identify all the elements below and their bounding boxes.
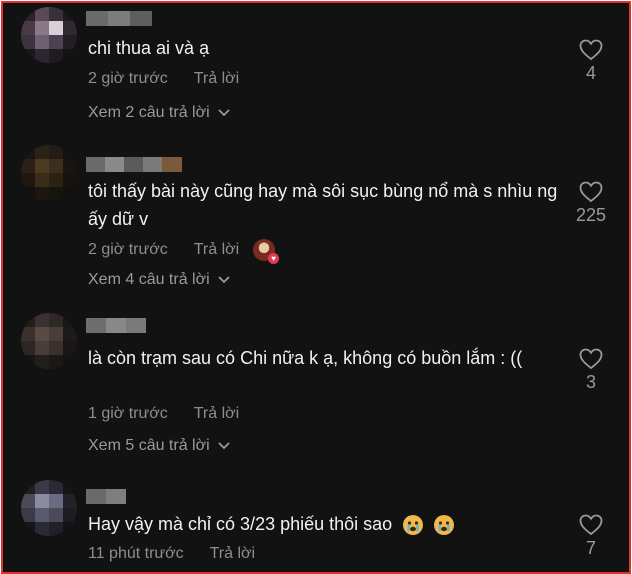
like-button[interactable]: 225 bbox=[567, 181, 615, 226]
comment-meta: 1 giờ trước Trả lời bbox=[88, 405, 239, 423]
view-replies-label: Xem 4 câu trả lời bbox=[88, 271, 210, 288]
avatar[interactable] bbox=[21, 480, 77, 536]
like-count: 3 bbox=[585, 372, 596, 392]
comment-time: 2 giờ trước bbox=[88, 70, 168, 87]
comments-panel: chi thua ai và ạ 2 giờ trước Trả lời Xem… bbox=[1, 1, 631, 574]
like-button[interactable]: 4 bbox=[571, 39, 611, 84]
like-button[interactable]: 7 bbox=[571, 514, 611, 559]
comment-text: chi thua ai và ạ bbox=[88, 38, 210, 58]
reply-button[interactable]: Trả lời bbox=[194, 241, 239, 259]
chevron-down-icon bbox=[218, 276, 230, 284]
like-button[interactable]: 3 bbox=[571, 348, 611, 393]
comment-text-content: Hay vậy mà chỉ có 3/23 phiếu thôi sao bbox=[88, 514, 393, 534]
view-replies-button[interactable]: Xem 2 câu trả lời bbox=[88, 104, 230, 122]
username-redacted[interactable] bbox=[86, 489, 126, 504]
comment-meta: 11 phút trước Trả lời bbox=[88, 545, 255, 563]
chevron-down-icon bbox=[218, 109, 230, 117]
comment-text: tôi thấy bài này cũng hay mà sôi sục bùn… bbox=[88, 181, 558, 229]
username-redacted[interactable] bbox=[86, 157, 182, 172]
like-count: 4 bbox=[585, 63, 596, 83]
comment-meta: 2 giờ trước Trả lời bbox=[88, 70, 239, 88]
heart-icon bbox=[579, 348, 603, 370]
comment-time: 11 phút trước bbox=[88, 545, 184, 562]
view-replies-button[interactable]: Xem 4 câu trả lời bbox=[88, 271, 230, 289]
creator-liked-badge: ♥ bbox=[253, 239, 280, 264]
reply-button[interactable]: Trả lời bbox=[194, 405, 239, 423]
chevron-down-icon bbox=[218, 442, 230, 450]
avatar[interactable] bbox=[21, 7, 77, 63]
heart-icon bbox=[579, 181, 603, 203]
comment-text: Hay vậy mà chỉ có 3/23 phiếu thôi sao bbox=[88, 510, 455, 538]
view-replies-button[interactable]: Xem 5 câu trả lời bbox=[88, 437, 230, 455]
comment-time: 1 giờ trước bbox=[88, 405, 168, 422]
like-count: 225 bbox=[575, 205, 607, 225]
username-redacted[interactable] bbox=[86, 11, 152, 26]
like-count: 7 bbox=[585, 538, 596, 558]
avatar[interactable] bbox=[21, 313, 77, 369]
heart-icon: ♥ bbox=[268, 253, 280, 264]
heart-icon bbox=[579, 39, 603, 61]
view-replies-label: Xem 5 câu trả lời bbox=[88, 437, 210, 454]
crying-face-icon bbox=[403, 515, 424, 536]
heart-icon bbox=[579, 514, 603, 536]
reply-button[interactable]: Trả lời bbox=[210, 545, 255, 563]
avatar[interactable] bbox=[21, 145, 77, 201]
comment-text: là còn trạm sau có Chi nữa k ạ, không có… bbox=[88, 348, 523, 368]
username-redacted[interactable] bbox=[86, 318, 146, 333]
view-replies-label: Xem 2 câu trả lời bbox=[88, 104, 210, 121]
comment-time: 2 giờ trước bbox=[88, 241, 168, 258]
reply-button[interactable]: Trả lời bbox=[194, 70, 239, 88]
comment-meta: 2 giờ trước Trả lời ♥ bbox=[88, 239, 280, 264]
crying-face-icon bbox=[434, 515, 455, 536]
